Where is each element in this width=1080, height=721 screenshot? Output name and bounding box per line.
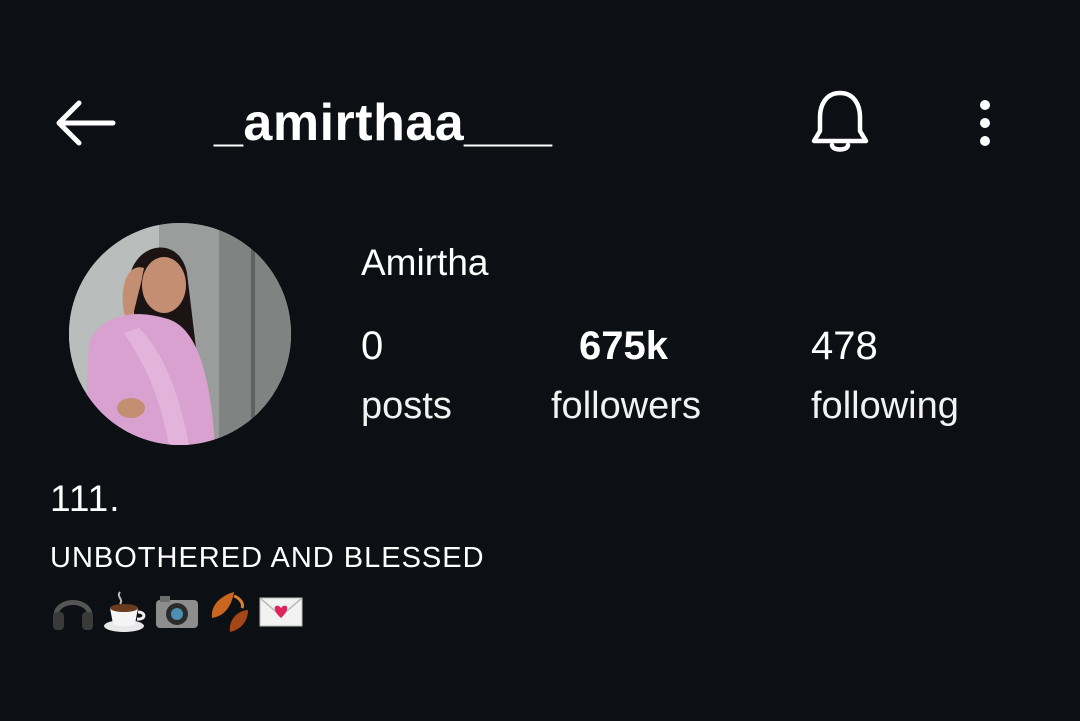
bell-icon bbox=[811, 90, 869, 152]
stat-label: posts bbox=[361, 385, 452, 427]
fallen-leaves-icon bbox=[206, 588, 252, 634]
headphones-icon bbox=[50, 588, 96, 634]
profile-avatar[interactable] bbox=[69, 223, 291, 445]
bio-line: UNBOTHERED AND BLESSED bbox=[50, 542, 485, 574]
stat-posts[interactable]: 0 posts bbox=[361, 322, 452, 430]
stat-value: 478 bbox=[811, 324, 878, 368]
stat-value: 675k bbox=[579, 324, 668, 368]
display-name: Amirtha bbox=[361, 242, 489, 283]
profile-username: _amirthaa___ bbox=[214, 94, 553, 152]
stat-followers[interactable]: 675k followers bbox=[551, 322, 701, 430]
camera-icon bbox=[154, 588, 200, 634]
notifications-button[interactable] bbox=[800, 84, 880, 160]
more-vertical-icon bbox=[980, 100, 990, 146]
stat-label: followers bbox=[551, 385, 701, 427]
coffee-icon bbox=[102, 588, 148, 634]
avatar-image bbox=[69, 223, 291, 445]
stat-value: 0 bbox=[361, 324, 384, 368]
arrow-left-icon bbox=[56, 100, 116, 146]
love-letter-icon bbox=[258, 588, 304, 634]
bio-line: 111. bbox=[50, 478, 121, 519]
back-button[interactable] bbox=[44, 88, 124, 158]
more-options-button[interactable] bbox=[958, 88, 1012, 158]
stat-following[interactable]: 478 following bbox=[811, 322, 959, 430]
stat-label: following bbox=[811, 385, 959, 427]
bio-emoji-row bbox=[50, 586, 304, 636]
